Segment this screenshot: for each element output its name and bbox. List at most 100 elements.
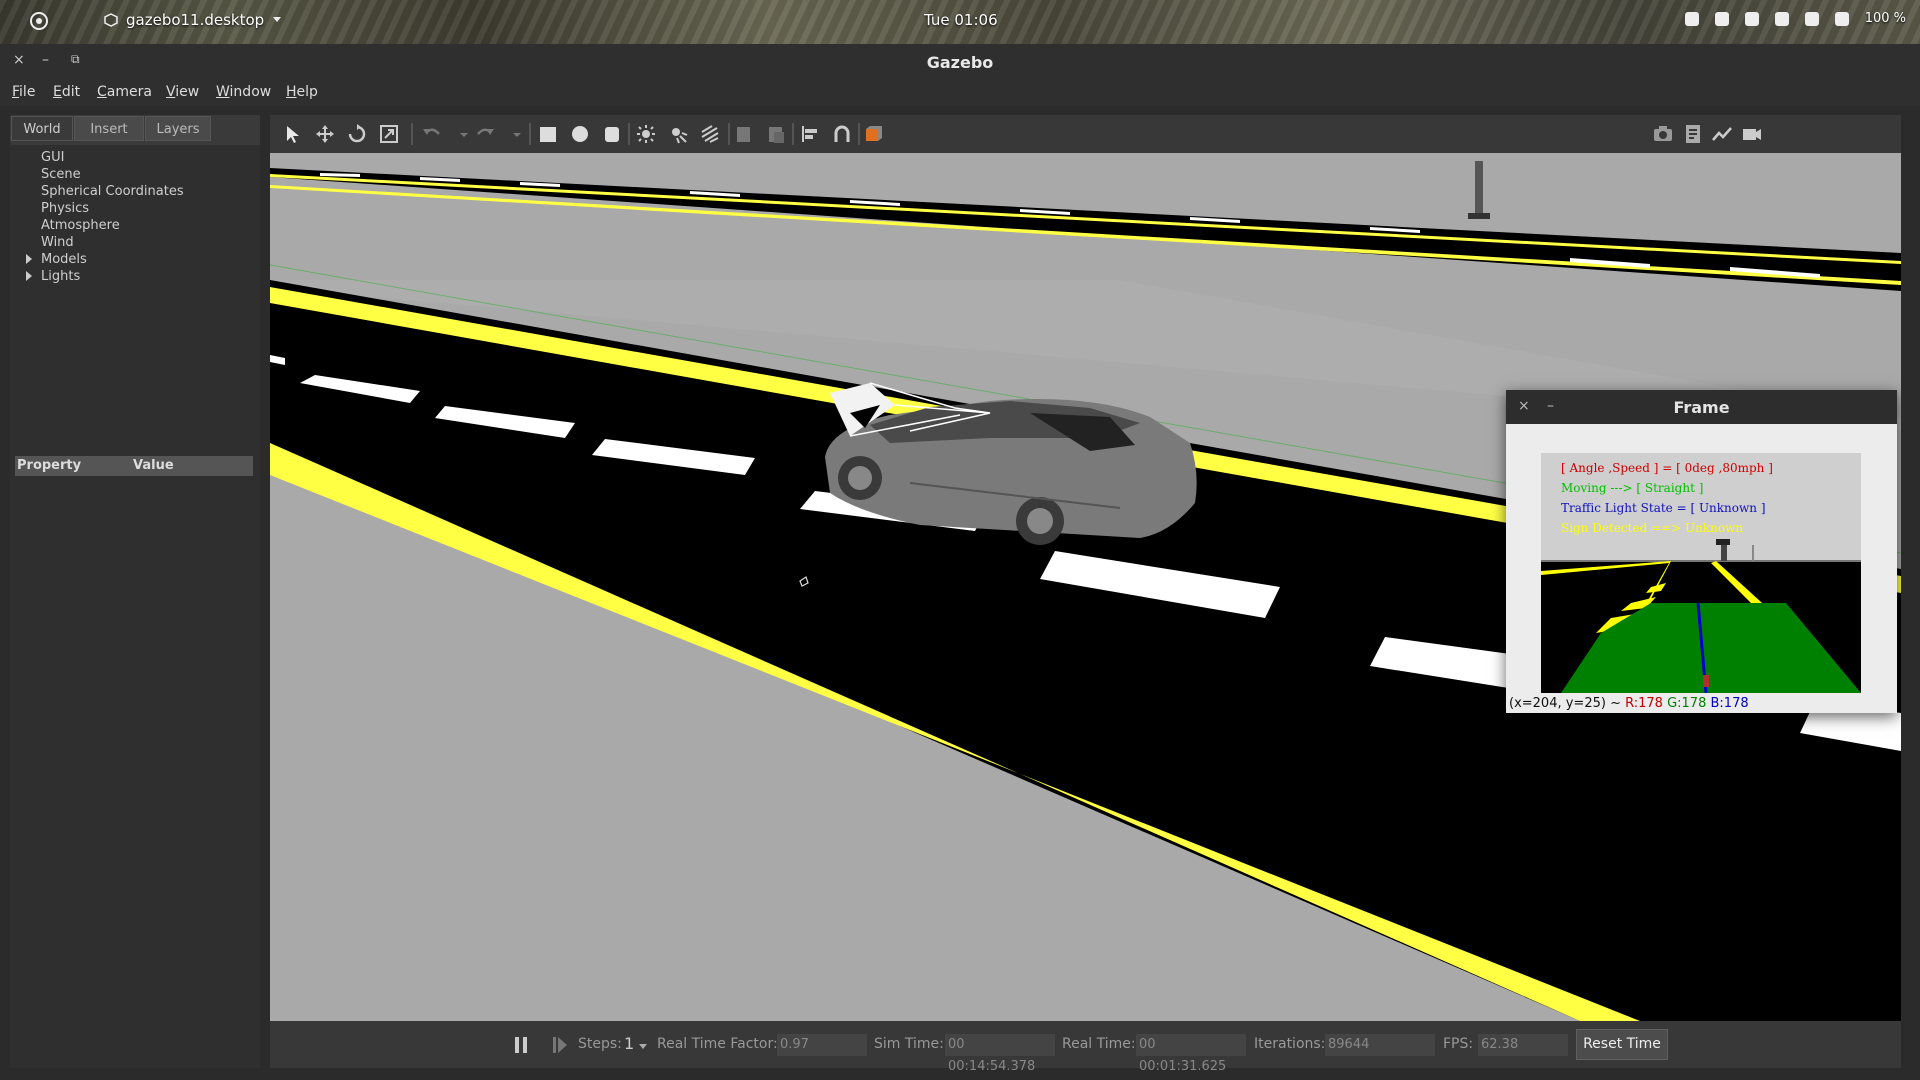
pixel-coords: (x=204, y=25) ~ [1509,696,1621,711]
property-table[interactable] [10,478,260,1068]
reset-time-button[interactable]: Reset Time [1576,1029,1668,1060]
tree-item-wind[interactable]: Wind [41,235,74,250]
iterations-field: 89644 [1325,1034,1435,1056]
battery-icon [1834,11,1849,26]
cylinder-shape-icon[interactable] [602,124,622,144]
left-panel: World Insert Layers GUI Scene Spherical … [10,115,260,1068]
redo-history-chevron-icon[interactable] [512,124,522,144]
frame-window[interactable]: × – Frame [ Angle ,Speed] = [0deg ,80m… [1506,390,1897,713]
real-time-label: Real Time: [1062,1036,1136,1052]
pause-icon[interactable] [513,1036,529,1054]
menu-view[interactable]: View [166,84,199,100]
frame-titlebar[interactable]: × – Frame [1506,390,1897,424]
rtf-label: Real Time Factor: [657,1036,778,1052]
overlay-moving: Moving ---> [ Straight ] [1561,481,1704,495]
camera-image[interactable]: [ Angle ,Speed ] = [ 0deg ,80mph ] Movin… [1541,453,1861,693]
scale-icon[interactable] [379,124,399,144]
directional-light-icon[interactable] [700,124,720,144]
menu-edit[interactable]: Edit [53,84,80,100]
scene-viewport[interactable]: × – Frame [ Angle ,Speed] = [0deg ,80m… [270,153,1901,1021]
wifi-icon [1774,11,1789,26]
change-view-icon[interactable] [864,124,884,144]
snap-magnet-icon[interactable] [832,124,852,144]
pixel-green: G:178 [1667,696,1707,711]
select-arrow-icon[interactable] [283,124,303,144]
iterations-label: Iterations: [1254,1036,1326,1052]
tab-insert[interactable]: Insert [74,116,144,141]
tree-item-lights[interactable]: Lights [41,269,80,284]
expand-arrow-icon[interactable] [26,254,32,264]
fps-field: 62.38 [1478,1034,1568,1056]
video-record-icon[interactable] [1742,124,1762,144]
tree-item-spherical-coordinates[interactable]: Spherical Coordinates [41,184,184,199]
tree-item-physics[interactable]: Physics [41,201,89,216]
box-shape-icon[interactable] [538,124,558,144]
app-name: gazebo11.desktop [126,11,265,29]
sim-time-label: Sim Time: [874,1036,944,1052]
tab-world[interactable]: World [11,116,73,141]
separator [411,123,413,145]
simulation-status-bar: Steps: 1 Real Time Factor: 0.97 Sim Time… [270,1021,1901,1074]
tree-item-gui[interactable]: GUI [41,150,64,165]
overlay-sign-detected: Sign Detected ==> Unknown [1561,521,1744,535]
property-column-header: Property [17,458,82,473]
separator [529,123,531,145]
real-time-field: 00 00:01:31.625 [1136,1034,1246,1074]
sign-base [1468,213,1490,219]
separator [728,123,730,145]
steps-chevron-icon[interactable] [639,1044,647,1050]
tree-item-scene[interactable]: Scene [41,167,81,182]
log-icon[interactable] [1683,124,1703,144]
clock[interactable]: Tue 01:06 [924,11,998,29]
translate-icon[interactable] [315,124,335,144]
battery-level: 100 % [1864,11,1906,26]
point-light-icon[interactable] [636,124,656,144]
tree-item-atmosphere[interactable]: Atmosphere [41,218,120,233]
volume-icon [1804,11,1819,26]
align-icon[interactable] [800,124,820,144]
spot-light-icon[interactable] [668,124,688,144]
steps-value[interactable]: 1 [624,1034,634,1053]
app-menu[interactable]: gazebo11.desktop [104,11,282,29]
menu-window[interactable]: Window [216,84,271,100]
pixel-blue: B:178 [1710,696,1749,711]
separator [628,123,630,145]
step-icon[interactable] [552,1036,568,1054]
steps-label: Steps: [578,1036,622,1052]
menu-help[interactable]: Help [286,84,318,100]
undo-history-chevron-icon[interactable] [459,124,469,144]
toolbar [270,115,1901,153]
rotate-icon[interactable] [347,124,367,144]
screenshot-camera-icon[interactable] [1653,124,1673,144]
accessibility-icon [1714,11,1729,26]
property-table-header: Property Value [15,456,253,476]
menu-file[interactable]: File [12,84,35,100]
rtf-field: 0.97 [777,1034,867,1056]
window-titlebar: × – ⧉ Gazebo [0,44,1920,80]
tree-item-models[interactable]: Models [41,252,87,267]
redo-icon[interactable] [475,124,495,144]
sphere-shape-icon[interactable] [570,124,590,144]
sim-time-field: 00 00:14:54.378 [945,1034,1055,1074]
value-column-header: Value [133,458,174,473]
activities-icon[interactable] [30,12,48,30]
menu-camera[interactable]: Camera [97,84,152,100]
pixel-info: (x=204, y=25) ~ R:178 G:178 B:178 [1509,696,1749,711]
fps-label: FPS: [1443,1036,1474,1052]
pixel-red: R:178 [1625,696,1663,711]
copy-icon[interactable] [734,124,754,144]
overlay-angle-speed: [ Angle ,Speed ] = [ 0deg ,80mph ] [1561,461,1773,475]
system-top-bar: gazebo11.desktop Tue 01:06 100 % [0,0,1920,44]
plot-icon[interactable] [1712,124,1732,144]
overlay-traffic-light: Traffic Light State = [ Unknown ] [1561,501,1766,515]
paste-icon[interactable] [766,124,786,144]
frame-title: Frame [1673,398,1730,417]
expand-arrow-icon[interactable] [26,271,32,281]
separator [792,123,794,145]
system-tray[interactable]: 100 % [1684,11,1906,26]
sign-pole [1475,161,1483,216]
tab-layers[interactable]: Layers [145,116,211,141]
settings-icon [1744,11,1759,26]
undo-icon[interactable] [422,124,442,144]
window-title: Gazebo [926,53,994,72]
